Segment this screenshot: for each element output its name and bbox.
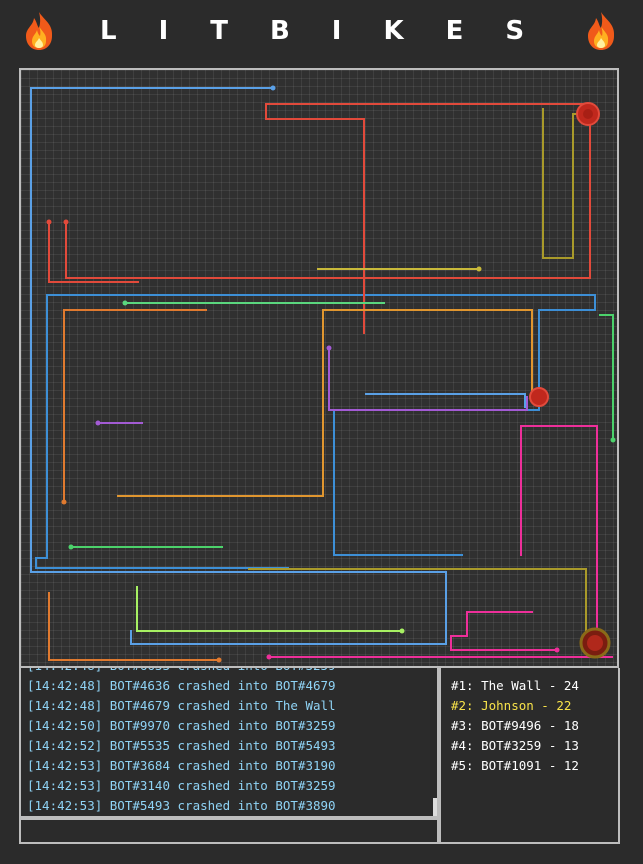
bike-head-purple-2 xyxy=(95,420,101,426)
trail-blue-inner xyxy=(35,294,596,569)
log-line: [14:42:50] BOT#9970 crashed into BOT#325… xyxy=(27,718,336,733)
powerup-orb xyxy=(529,387,549,407)
trail-pink-2 xyxy=(450,611,557,651)
leaderboard-row: #4: BOT#3259 - 13 xyxy=(451,738,579,753)
trail-yellow-3 xyxy=(248,568,587,650)
log-scrollbar[interactable] xyxy=(433,798,437,816)
trail-blue-outer xyxy=(30,87,447,645)
log-line: [14:42:48] BOT#4636 crashed into BOT#467… xyxy=(27,678,336,693)
trail-red-2 xyxy=(48,222,139,283)
game-title: LITBIKES xyxy=(100,16,567,46)
bike-head-green-3 xyxy=(68,544,74,550)
bike-head-orange-2 xyxy=(216,657,222,663)
trail-orange xyxy=(117,309,533,497)
trail-lime xyxy=(136,586,402,632)
trail-red xyxy=(65,103,591,334)
bike-head-red-2 xyxy=(63,219,69,225)
leaderboard-row: #1: The Wall - 24 xyxy=(451,678,579,693)
bike-head-orange xyxy=(61,499,67,505)
trail-blue-short xyxy=(365,393,526,408)
trail-orange-3 xyxy=(48,592,219,661)
bike-head-green-2 xyxy=(610,437,616,443)
leaderboard-row: #3: BOT#9496 - 18 xyxy=(451,718,579,733)
bike-head-red xyxy=(46,219,52,225)
log-line: [14:42:48] BOT#4679 crashed into The Wal… xyxy=(27,698,336,713)
bike-head-purple xyxy=(326,345,332,351)
leaderboard: #1: The Wall - 24 #2: Johnson - 22 #3: B… xyxy=(439,668,620,844)
log-line: [14:42:53] BOT#3684 crashed into BOT#319… xyxy=(27,758,336,773)
log-line: [14:42:53] BOT#3140 crashed into BOT#325… xyxy=(27,778,336,793)
chat-input[interactable] xyxy=(19,818,439,844)
log-line: [14:42:52] BOT#5535 crashed into BOT#549… xyxy=(27,738,336,753)
trail-green-2 xyxy=(599,314,614,440)
game-arena[interactable] xyxy=(19,68,619,668)
bike-head-pink-2 xyxy=(266,654,272,660)
bike-head-blue xyxy=(270,85,276,91)
leaderboard-row: #5: BOT#1091 - 12 xyxy=(451,758,579,773)
arena-trails xyxy=(30,85,616,663)
event-log[interactable]: [14:42:48] BOT#6633 crashed into BOT#325… xyxy=(19,668,439,818)
trail-yellow xyxy=(542,108,588,259)
header: LITBIKES xyxy=(0,0,643,64)
bike-head-yellow xyxy=(476,266,482,272)
flame-icon xyxy=(26,12,53,50)
log-line: [14:42:53] BOT#5493 crashed into BOT#389… xyxy=(27,798,336,813)
log-line: [14:42:48] BOT#6633 crashed into BOT#325… xyxy=(21,668,437,676)
flame-icon xyxy=(588,12,615,50)
trail-orange-2 xyxy=(63,309,207,502)
trail-purple xyxy=(328,348,528,411)
leaderboard-row-player: #2: Johnson - 22 xyxy=(451,698,572,713)
bike-head-green xyxy=(122,300,128,306)
bike-head-pink xyxy=(554,647,560,653)
bike-head-lime xyxy=(399,628,405,634)
